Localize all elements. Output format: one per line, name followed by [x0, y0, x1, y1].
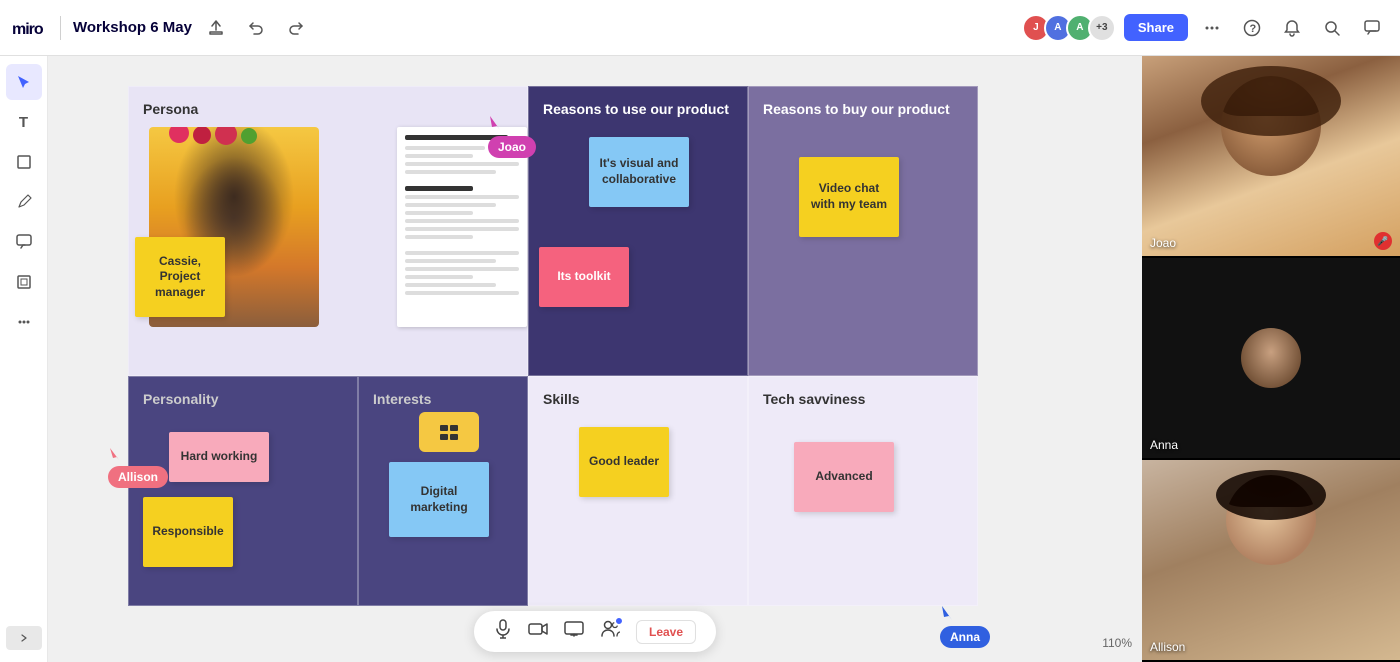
- camera-button[interactable]: [528, 621, 548, 642]
- main-area: T Persona: [0, 56, 1400, 662]
- interests-widget: [419, 412, 479, 452]
- export-button[interactable]: [200, 12, 232, 44]
- microphone-button[interactable]: [494, 619, 512, 644]
- screen-share-button[interactable]: [564, 621, 584, 642]
- tool-frame[interactable]: [6, 264, 42, 300]
- miro-logo: miro: [12, 16, 48, 40]
- avatar-stack: J A A +3: [1022, 14, 1116, 42]
- tool-pen[interactable]: [6, 184, 42, 220]
- participants-badge: [614, 616, 624, 626]
- help-button[interactable]: ?: [1236, 12, 1268, 44]
- section-personality: Personality Hard working Responsible: [128, 376, 358, 606]
- participants-button[interactable]: [600, 620, 620, 643]
- video-mute-joao: 🎤: [1374, 232, 1392, 250]
- sticky-its-visual: It's visual and collaborative: [589, 137, 689, 207]
- avatar-count: +3: [1088, 14, 1116, 42]
- video-name-anna: Anna: [1150, 438, 1178, 452]
- cursor-anna-label: Anna: [940, 626, 990, 648]
- section-tech: Tech savviness Advanced: [748, 376, 978, 606]
- video-name-joao: Joao: [1150, 236, 1176, 250]
- persona-doc: [397, 127, 527, 327]
- notifications-button[interactable]: [1276, 12, 1308, 44]
- board-grid: Persona: [128, 86, 1078, 606]
- video-bg-anna: [1142, 258, 1400, 458]
- section-reasons-use: Reasons to use our product It's visual a…: [528, 86, 748, 376]
- sticky-hard-working: Hard working: [169, 432, 269, 482]
- video-name-allison: Allison: [1150, 640, 1185, 654]
- board-options-button[interactable]: [1196, 12, 1228, 44]
- toolbar: miro Workshop 6 May J A A +3 Share ?: [0, 0, 1400, 56]
- toolbar-divider: [60, 16, 61, 40]
- share-button[interactable]: Share: [1124, 14, 1188, 41]
- section-skills: Skills Good leader: [528, 376, 748, 606]
- video-avatar-inner-anna: [1241, 328, 1301, 388]
- undo-button[interactable]: [240, 12, 272, 44]
- video-tile-joao: Joao 🎤: [1142, 56, 1400, 258]
- left-sidebar: T: [0, 56, 48, 662]
- tool-comment[interactable]: [6, 224, 42, 260]
- skills-title: Skills: [543, 391, 580, 407]
- tool-sticky[interactable]: [6, 144, 42, 180]
- persona-title: Persona: [143, 101, 198, 117]
- video-tile-allison: Allison: [1142, 460, 1400, 662]
- svg-text:miro: miro: [12, 21, 44, 38]
- video-tile-anna: Anna: [1142, 258, 1400, 460]
- sidebar-collapse-button[interactable]: [6, 626, 42, 650]
- section-reasons-buy: Reasons to buy our product Video chat wi…: [748, 86, 978, 376]
- comments-button[interactable]: [1356, 12, 1388, 44]
- sticky-responsible: Responsible: [143, 497, 233, 567]
- bottom-bar: Leave: [474, 611, 716, 652]
- personality-title: Personality: [143, 391, 218, 407]
- board-content: Persona: [128, 86, 1078, 606]
- cursor-anna: Anna: [940, 604, 990, 648]
- sticky-good-leader: Good leader: [579, 427, 669, 497]
- search-button[interactable]: [1316, 12, 1348, 44]
- reasons-buy-title: Reasons to buy our product: [763, 101, 950, 117]
- sticky-its-toolkit: Its toolkit: [539, 247, 629, 307]
- zoom-indicator: 110%: [1102, 636, 1132, 650]
- toolbar-right: J A A +3 Share ?: [1022, 12, 1388, 44]
- sticky-advanced: Advanced: [794, 442, 894, 512]
- svg-text:?: ?: [1250, 23, 1257, 35]
- video-avatar-anna: [1241, 328, 1301, 388]
- section-interests: Interests Digital marketing: [358, 376, 528, 606]
- reasons-use-title: Reasons to use our product: [543, 101, 729, 117]
- section-persona: Persona: [128, 86, 528, 376]
- sticky-video-chat: Video chat with my team: [799, 157, 899, 237]
- sticky-digital-marketing: Digital marketing: [389, 462, 489, 537]
- board-title: Workshop 6 May: [73, 19, 192, 36]
- tech-title: Tech savviness: [763, 391, 865, 407]
- redo-button[interactable]: [280, 12, 312, 44]
- video-bg-allison: [1142, 460, 1400, 660]
- canvas[interactable]: Persona: [48, 56, 1142, 662]
- tool-more[interactable]: [6, 304, 42, 340]
- tool-select[interactable]: [6, 64, 42, 100]
- video-bg-joao: [1142, 56, 1400, 256]
- tool-text[interactable]: T: [6, 104, 42, 140]
- leave-button[interactable]: Leave: [636, 620, 696, 644]
- right-panel: Joao 🎤 Anna Allison: [1142, 56, 1400, 662]
- sticky-cassie: Cassie, Project manager: [135, 237, 225, 317]
- interests-title: Interests: [373, 391, 431, 407]
